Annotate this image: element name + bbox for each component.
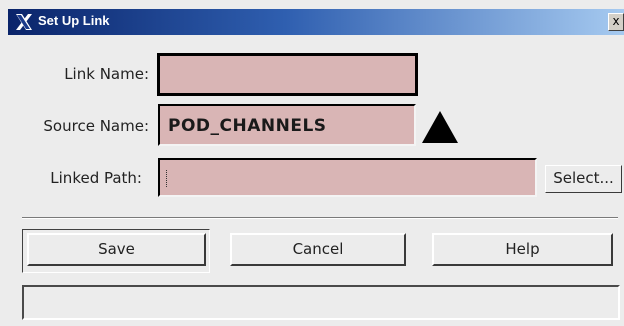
close-button[interactable]: x xyxy=(608,13,624,31)
link-name-input[interactable] xyxy=(157,53,418,96)
window-title: Set Up Link xyxy=(38,13,110,28)
title-bar[interactable]: Set Up Link x xyxy=(8,9,624,35)
status-bar xyxy=(22,285,620,320)
text-cursor xyxy=(166,170,169,187)
select-button[interactable]: Select... xyxy=(545,165,622,193)
separator xyxy=(22,217,618,219)
cancel-button[interactable]: Cancel xyxy=(230,233,406,266)
triangle-up-icon[interactable] xyxy=(421,110,459,144)
help-button[interactable]: Help xyxy=(432,233,613,266)
source-name-value: POD_CHANNELS xyxy=(168,116,327,136)
save-button[interactable]: Save xyxy=(27,233,206,266)
link-name-label: Link Name: xyxy=(64,65,149,83)
source-name-input[interactable]: POD_CHANNELS xyxy=(158,104,416,146)
linked-path-input[interactable] xyxy=(158,158,537,197)
linked-path-label: Linked Path: xyxy=(50,169,142,187)
source-name-label: Source Name: xyxy=(43,117,149,135)
x-logo-icon xyxy=(16,14,32,30)
set-up-link-dialog: Set Up Link x Link Name: Source Name: PO… xyxy=(0,0,624,326)
